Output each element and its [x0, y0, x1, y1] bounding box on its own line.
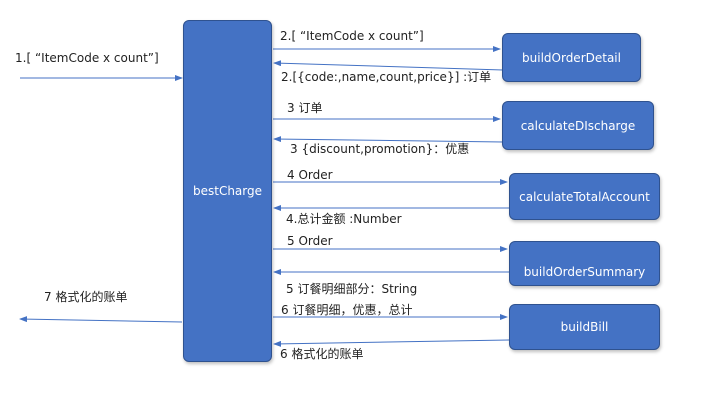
message-call-total: 4 Order	[287, 168, 333, 182]
node-build-bill: buildBill	[509, 304, 660, 350]
message-output: 7 格式化的账单	[44, 290, 128, 304]
node-build-order-detail: buildOrderDetail	[502, 33, 641, 82]
message-call-summary: 5 Order	[287, 234, 333, 248]
message-return-total: 4.总计金额 :Number	[286, 212, 402, 226]
message-call-bill: 6 订餐明细，优惠，总计	[281, 303, 413, 317]
arrow-output	[19, 316, 183, 323]
message-return-bill: 6 格式化的账单	[280, 347, 364, 361]
node-best-charge: bestCharge	[183, 20, 272, 362]
node-calculate-discount-label: calculateDIscharge	[520, 118, 636, 133]
node-calculate-discount: calculateDIscharge	[502, 101, 654, 150]
message-return-order-detail: 2.[{code:,name,count,price}] :订单	[281, 70, 492, 84]
node-calculate-total-account-label: calculateTotalAccount	[519, 189, 650, 204]
node-best-charge-label: bestCharge	[192, 184, 263, 198]
arrow-return-order-detail	[273, 60, 504, 71]
node-build-order-detail-label: buildOrderDetail	[522, 50, 621, 65]
message-return-discount: 3 {discount,promotion}：优惠	[290, 142, 470, 156]
node-calculate-total-account: calculateTotalAccount	[509, 173, 660, 220]
sequence-diagram: bestCharge buildOrderDetail calculateDIs…	[0, 0, 720, 405]
message-return-summary: 5 订餐明细部分：String	[286, 282, 418, 296]
node-build-bill-label: buildBill	[560, 320, 609, 334]
message-call-discount: 3 订单	[287, 101, 323, 115]
node-build-order-summary-label: buildOrderSummary	[523, 265, 646, 279]
message-input: 1.[ “ItemCode x count”]	[15, 51, 159, 65]
node-build-order-summary: buildOrderSummary	[509, 241, 660, 286]
message-call-order-detail: 2.[ “ItemCode x count”]	[280, 29, 424, 43]
arrow-return-bill	[273, 339, 510, 347]
